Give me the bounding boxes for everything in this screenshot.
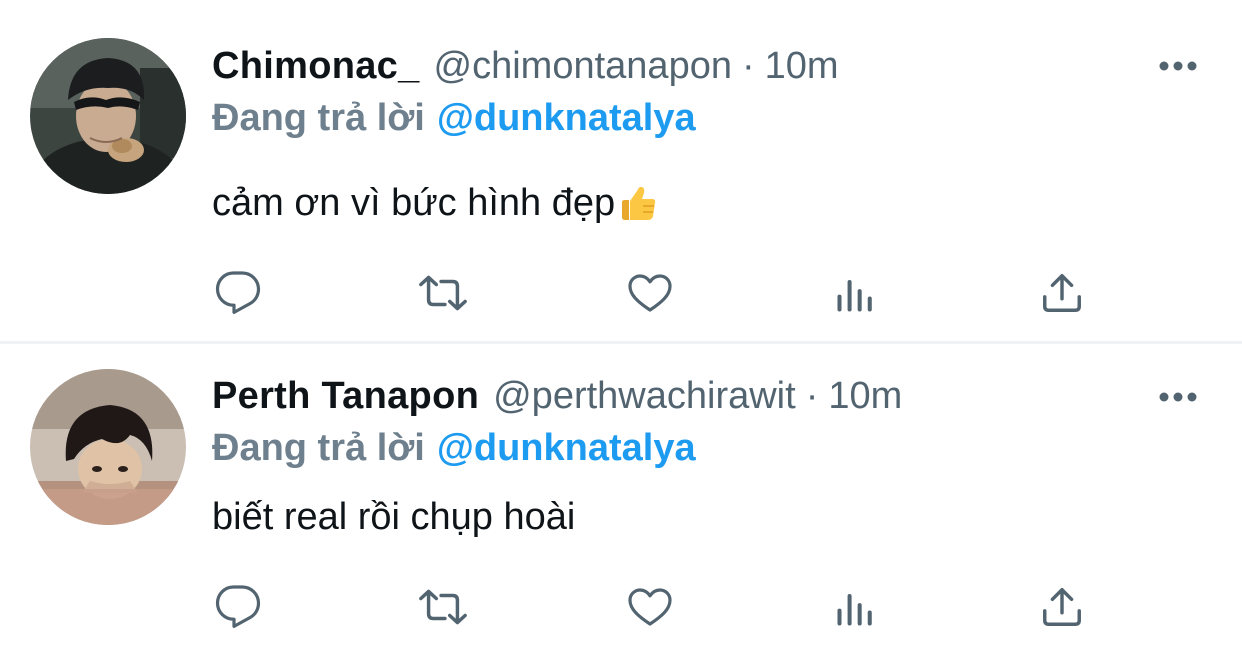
like-button[interactable] <box>625 582 675 632</box>
share-icon <box>1043 588 1081 626</box>
tweet-actions <box>0 268 1242 318</box>
reply-mention-link[interactable]: @dunknatalya <box>437 427 696 470</box>
tweet-actions <box>0 582 1242 632</box>
display-name[interactable]: Chimonac_ <box>212 45 420 88</box>
share-icon <box>1043 274 1081 312</box>
separator-dot: · <box>805 374 819 417</box>
retweet-button[interactable] <box>418 268 468 318</box>
timestamp[interactable]: 10m <box>828 375 902 418</box>
heart-icon <box>628 274 672 312</box>
analytics-button[interactable] <box>831 268 881 318</box>
analytics-icon <box>837 593 872 626</box>
replying-to-label: Đang trả lời <box>212 426 425 469</box>
display-name[interactable]: Perth Tanapon <box>212 375 479 418</box>
tweet[interactable]: Chimonac_ @chimontanapon · 10m Đang trả … <box>0 0 1242 342</box>
analytics-icon <box>837 279 872 312</box>
tweet-header: Chimonac_ @chimontanapon · 10m <box>212 40 839 92</box>
heart-icon <box>628 588 672 626</box>
tweet-header: Perth Tanapon @perthwachirawit · 10m <box>212 370 902 422</box>
separator-dot: · <box>741 44 755 87</box>
reply-icon <box>215 585 261 628</box>
retweet-icon <box>419 589 467 625</box>
tweet-text: biết real rồi chụp hoài <box>212 492 575 542</box>
reply-mention-link[interactable]: @dunknatalya <box>437 97 696 140</box>
timestamp[interactable]: 10m <box>765 45 839 88</box>
reply-button[interactable] <box>213 582 263 632</box>
share-button[interactable] <box>1037 268 1087 318</box>
analytics-button[interactable] <box>831 582 881 632</box>
thumbs-up-icon <box>617 182 659 224</box>
user-handle[interactable]: @chimontanapon <box>434 45 732 88</box>
user-handle[interactable]: @perthwachirawit <box>493 375 796 418</box>
tweet-text: cảm ơn vì bức hình đẹp <box>212 178 659 228</box>
replying-to: Đang trả lời @dunknatalya <box>212 94 696 142</box>
tweet-text-content: cảm ơn vì bức hình đẹp <box>212 181 616 224</box>
tweet-text-content: biết real rồi chụp hoài <box>212 495 576 538</box>
like-button[interactable] <box>625 268 675 318</box>
more-icon[interactable] <box>1158 390 1198 402</box>
retweet-icon <box>419 275 467 311</box>
more-icon[interactable] <box>1158 59 1198 71</box>
reply-icon <box>215 271 261 314</box>
avatar[interactable] <box>30 369 186 525</box>
share-button[interactable] <box>1037 582 1087 632</box>
avatar[interactable] <box>30 38 186 194</box>
reply-button[interactable] <box>213 268 263 318</box>
tweet[interactable]: Perth Tanapon @perthwachirawit · 10m Đan… <box>0 344 1242 652</box>
retweet-button[interactable] <box>418 582 468 632</box>
replying-to: Đang trả lời @dunknatalya <box>212 424 696 472</box>
replying-to-label: Đang trả lời <box>212 96 425 139</box>
